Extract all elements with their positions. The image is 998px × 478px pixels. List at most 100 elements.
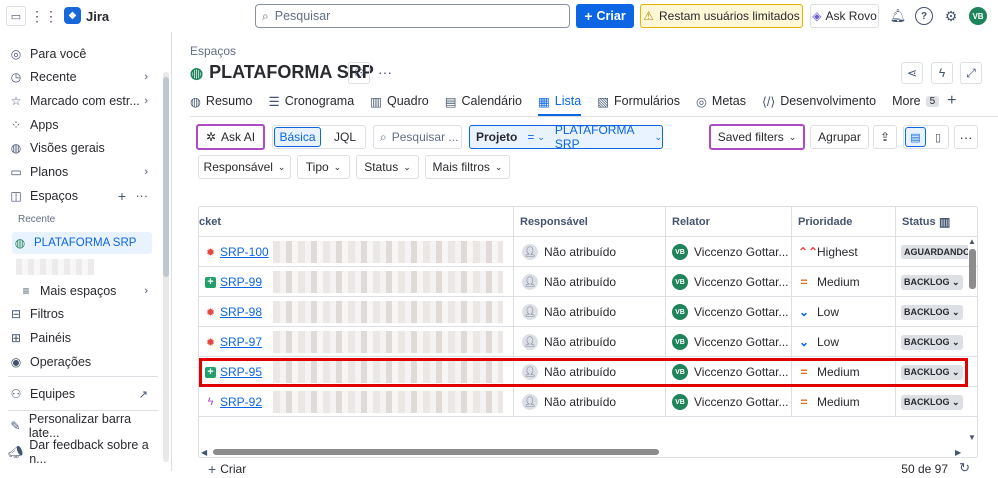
project-filter[interactable]: Projeto = ⌄ PLATAFORMA SRP ⌄: [469, 123, 663, 151]
priority-cell[interactable]: ⌄ Low: [792, 327, 896, 357]
status-cell[interactable]: BACKLOG ⌄: [896, 297, 968, 327]
tab-calendario[interactable]: ▤ Calendário: [445, 90, 522, 112]
automation-bolt-icon[interactable]: ϟ: [931, 62, 953, 84]
tab-desenvolvimento[interactable]: ⟨/⟩ Desenvolvimento: [762, 90, 876, 112]
sidebar-item-filtros[interactable]: ⊟ Filtros: [8, 303, 156, 325]
status-cell[interactable]: BACKLOG ⌄: [896, 267, 968, 297]
issue-key-link[interactable]: SRP-100: [220, 245, 269, 259]
share-icon[interactable]: ⋖: [901, 62, 923, 84]
more-options-icon[interactable]: ···: [136, 189, 149, 203]
assignee-filter[interactable]: Responsável ⌄: [198, 155, 291, 179]
user-avatar[interactable]: VB: [969, 7, 987, 25]
tab-quadro[interactable]: ▥ Quadro: [370, 90, 429, 112]
scroll-right-icon[interactable]: ▶: [955, 448, 961, 457]
sidebar-item-personalizar[interactable]: ✎ Personalizar barra late...: [8, 412, 156, 440]
issue-key-link[interactable]: SRP-95: [220, 365, 265, 379]
scroll-up-icon[interactable]: ▲: [968, 237, 976, 246]
status-cell[interactable]: BACKLOG ⌄: [896, 387, 968, 417]
app-switcher-icon[interactable]: ⋮⋮: [30, 6, 58, 26]
status-badge[interactable]: BACKLOG ⌄: [901, 394, 963, 410]
status-cell[interactable]: AGUARDANDO: [896, 237, 968, 267]
status-filter[interactable]: Status ⌄: [356, 155, 419, 179]
sidebar-item-apps[interactable]: ⁘ Apps: [8, 114, 156, 136]
add-space-icon[interactable]: +: [118, 188, 126, 204]
issue-key-link[interactable]: SRP-97: [220, 335, 265, 349]
table-row[interactable]: + SRP-95 👤︎ Não atribuído VB Viccenzo Go…: [199, 357, 977, 387]
horizontal-scroll-thumb[interactable]: [213, 449, 659, 455]
reporter-cell[interactable]: VB Viccenzo Gottar...: [666, 387, 792, 417]
column-header-reporter[interactable]: Relator: [666, 207, 792, 237]
assignee-cell[interactable]: 👤︎ Não atribuído: [514, 387, 666, 417]
column-settings-icon[interactable]: ▥: [939, 215, 950, 229]
priority-cell[interactable]: = Medium: [792, 357, 896, 387]
refresh-icon[interactable]: ↻: [959, 460, 970, 476]
tab-metas[interactable]: ◎ Metas: [696, 90, 746, 112]
column-header-assignee[interactable]: Responsável: [514, 207, 666, 237]
column-header-ticket[interactable]: cket: [199, 207, 514, 237]
scroll-down-icon[interactable]: ▼: [968, 433, 976, 442]
reporter-cell[interactable]: VB Viccenzo Gottar...: [666, 297, 792, 327]
create-button[interactable]: + Criar: [576, 4, 634, 28]
status-badge[interactable]: BACKLOG ⌄: [901, 304, 963, 320]
assignee-cell[interactable]: 👤︎ Não atribuído: [514, 297, 666, 327]
status-badge[interactable]: BACKLOG ⌄: [901, 364, 963, 380]
table-row[interactable]: + SRP-99 👤︎ Não atribuído VB Viccenzo Go…: [199, 267, 977, 297]
saved-filters-button[interactable]: Saved filters ⌄: [709, 124, 805, 150]
team-people-icon[interactable]: ⚇: [348, 62, 370, 84]
reporter-cell[interactable]: VB Viccenzo Gottar...: [666, 357, 792, 387]
assignee-cell[interactable]: 👤︎ Não atribuído: [514, 267, 666, 297]
tab-formularios[interactable]: ▧ Formulários: [597, 90, 680, 112]
tab-cronograma[interactable]: ☰ Cronograma: [268, 90, 354, 112]
sidebar-item-plataforma-srp[interactable]: ◍ PLATAFORMA SRP: [12, 232, 152, 254]
status-badge[interactable]: BACKLOG ⌄: [901, 334, 963, 350]
issue-key-link[interactable]: SRP-98: [220, 305, 265, 319]
scroll-left-icon[interactable]: ◀: [201, 448, 207, 457]
notifications-icon[interactable]: 🔔︎: [889, 7, 907, 25]
detail-view-icon[interactable]: ▯: [928, 127, 948, 147]
breadcrumb[interactable]: Espaços: [190, 44, 236, 58]
priority-cell[interactable]: ⌄ Low: [792, 297, 896, 327]
status-cell[interactable]: BACKLOG ⌄: [896, 327, 968, 357]
sidebar-item-planos[interactable]: ▭ Planos ›: [8, 161, 156, 183]
help-icon[interactable]: ?: [915, 7, 933, 25]
vertical-scroll-thumb[interactable]: [969, 249, 976, 289]
add-tab-icon[interactable]: +: [947, 92, 956, 110]
tab-resumo[interactable]: ◍ Resumo: [190, 90, 252, 112]
reporter-cell[interactable]: VB Viccenzo Gottar...: [666, 267, 792, 297]
status-badge[interactable]: BACKLOG ⌄: [901, 274, 963, 290]
fullscreen-icon[interactable]: ⤢: [960, 62, 982, 84]
column-header-priority[interactable]: Prioridade: [792, 207, 896, 237]
priority-cell[interactable]: = Medium: [792, 387, 896, 417]
app-name[interactable]: Jira: [86, 9, 109, 24]
status-cell[interactable]: BACKLOG ⌄: [896, 357, 968, 387]
more-filters-button[interactable]: Mais filtros ⌄: [425, 155, 510, 179]
project-filter-operator[interactable]: =: [527, 130, 534, 144]
tab-more[interactable]: More 5: [892, 90, 940, 112]
reporter-cell[interactable]: VB Viccenzo Gottar...: [666, 327, 792, 357]
sidebar-item-equipes[interactable]: ⚇ Equipes ↗: [8, 383, 156, 405]
table-vertical-scrollbar[interactable]: ▲ ▼: [968, 237, 977, 455]
sidebar-item-mais-espacos[interactable]: ≡ Mais espaços ›: [18, 280, 156, 302]
settings-gear-icon[interactable]: ⚙: [942, 7, 960, 25]
more-actions-icon[interactable]: ···: [378, 64, 392, 80]
sidebar-item-feedback[interactable]: 📣︎ Dar feedback sobre a n...: [8, 438, 156, 466]
ask-ai-button[interactable]: ✲ Ask AI: [196, 124, 265, 150]
issue-key-link[interactable]: SRP-99: [220, 275, 265, 289]
sidebar-item-espacos[interactable]: ◫ Espaços + ···: [8, 185, 156, 207]
table-horizontal-scrollbar[interactable]: ◀ ▶: [199, 447, 977, 457]
table-row[interactable]: ✹ SRP-98 👤︎ Não atribuído VB Viccenzo Go…: [199, 297, 977, 327]
priority-cell[interactable]: ⌃⌃ Highest: [792, 237, 896, 267]
sidebar-scrollbar-thumb[interactable]: [163, 77, 169, 277]
list-search-input[interactable]: ⌕ Pesquisar ...: [373, 125, 462, 149]
assignee-cell[interactable]: 👤︎ Não atribuído: [514, 327, 666, 357]
sidebar-toggle-icon[interactable]: ▭: [6, 6, 26, 26]
priority-cell[interactable]: = Medium: [792, 267, 896, 297]
jql-mode-button[interactable]: JQL: [325, 127, 365, 147]
list-view-icon[interactable]: ▤: [905, 127, 926, 147]
type-filter[interactable]: Tipo ⌄: [297, 155, 350, 179]
basic-mode-button[interactable]: Básica: [274, 127, 321, 147]
sidebar-item-visoes-gerais[interactable]: ◍ Visões gerais: [8, 137, 156, 159]
status-badge[interactable]: AGUARDANDO: [901, 245, 968, 259]
assignee-cell[interactable]: 👤︎ Não atribuído: [514, 357, 666, 387]
create-issue-button[interactable]: + Criar: [208, 461, 246, 477]
